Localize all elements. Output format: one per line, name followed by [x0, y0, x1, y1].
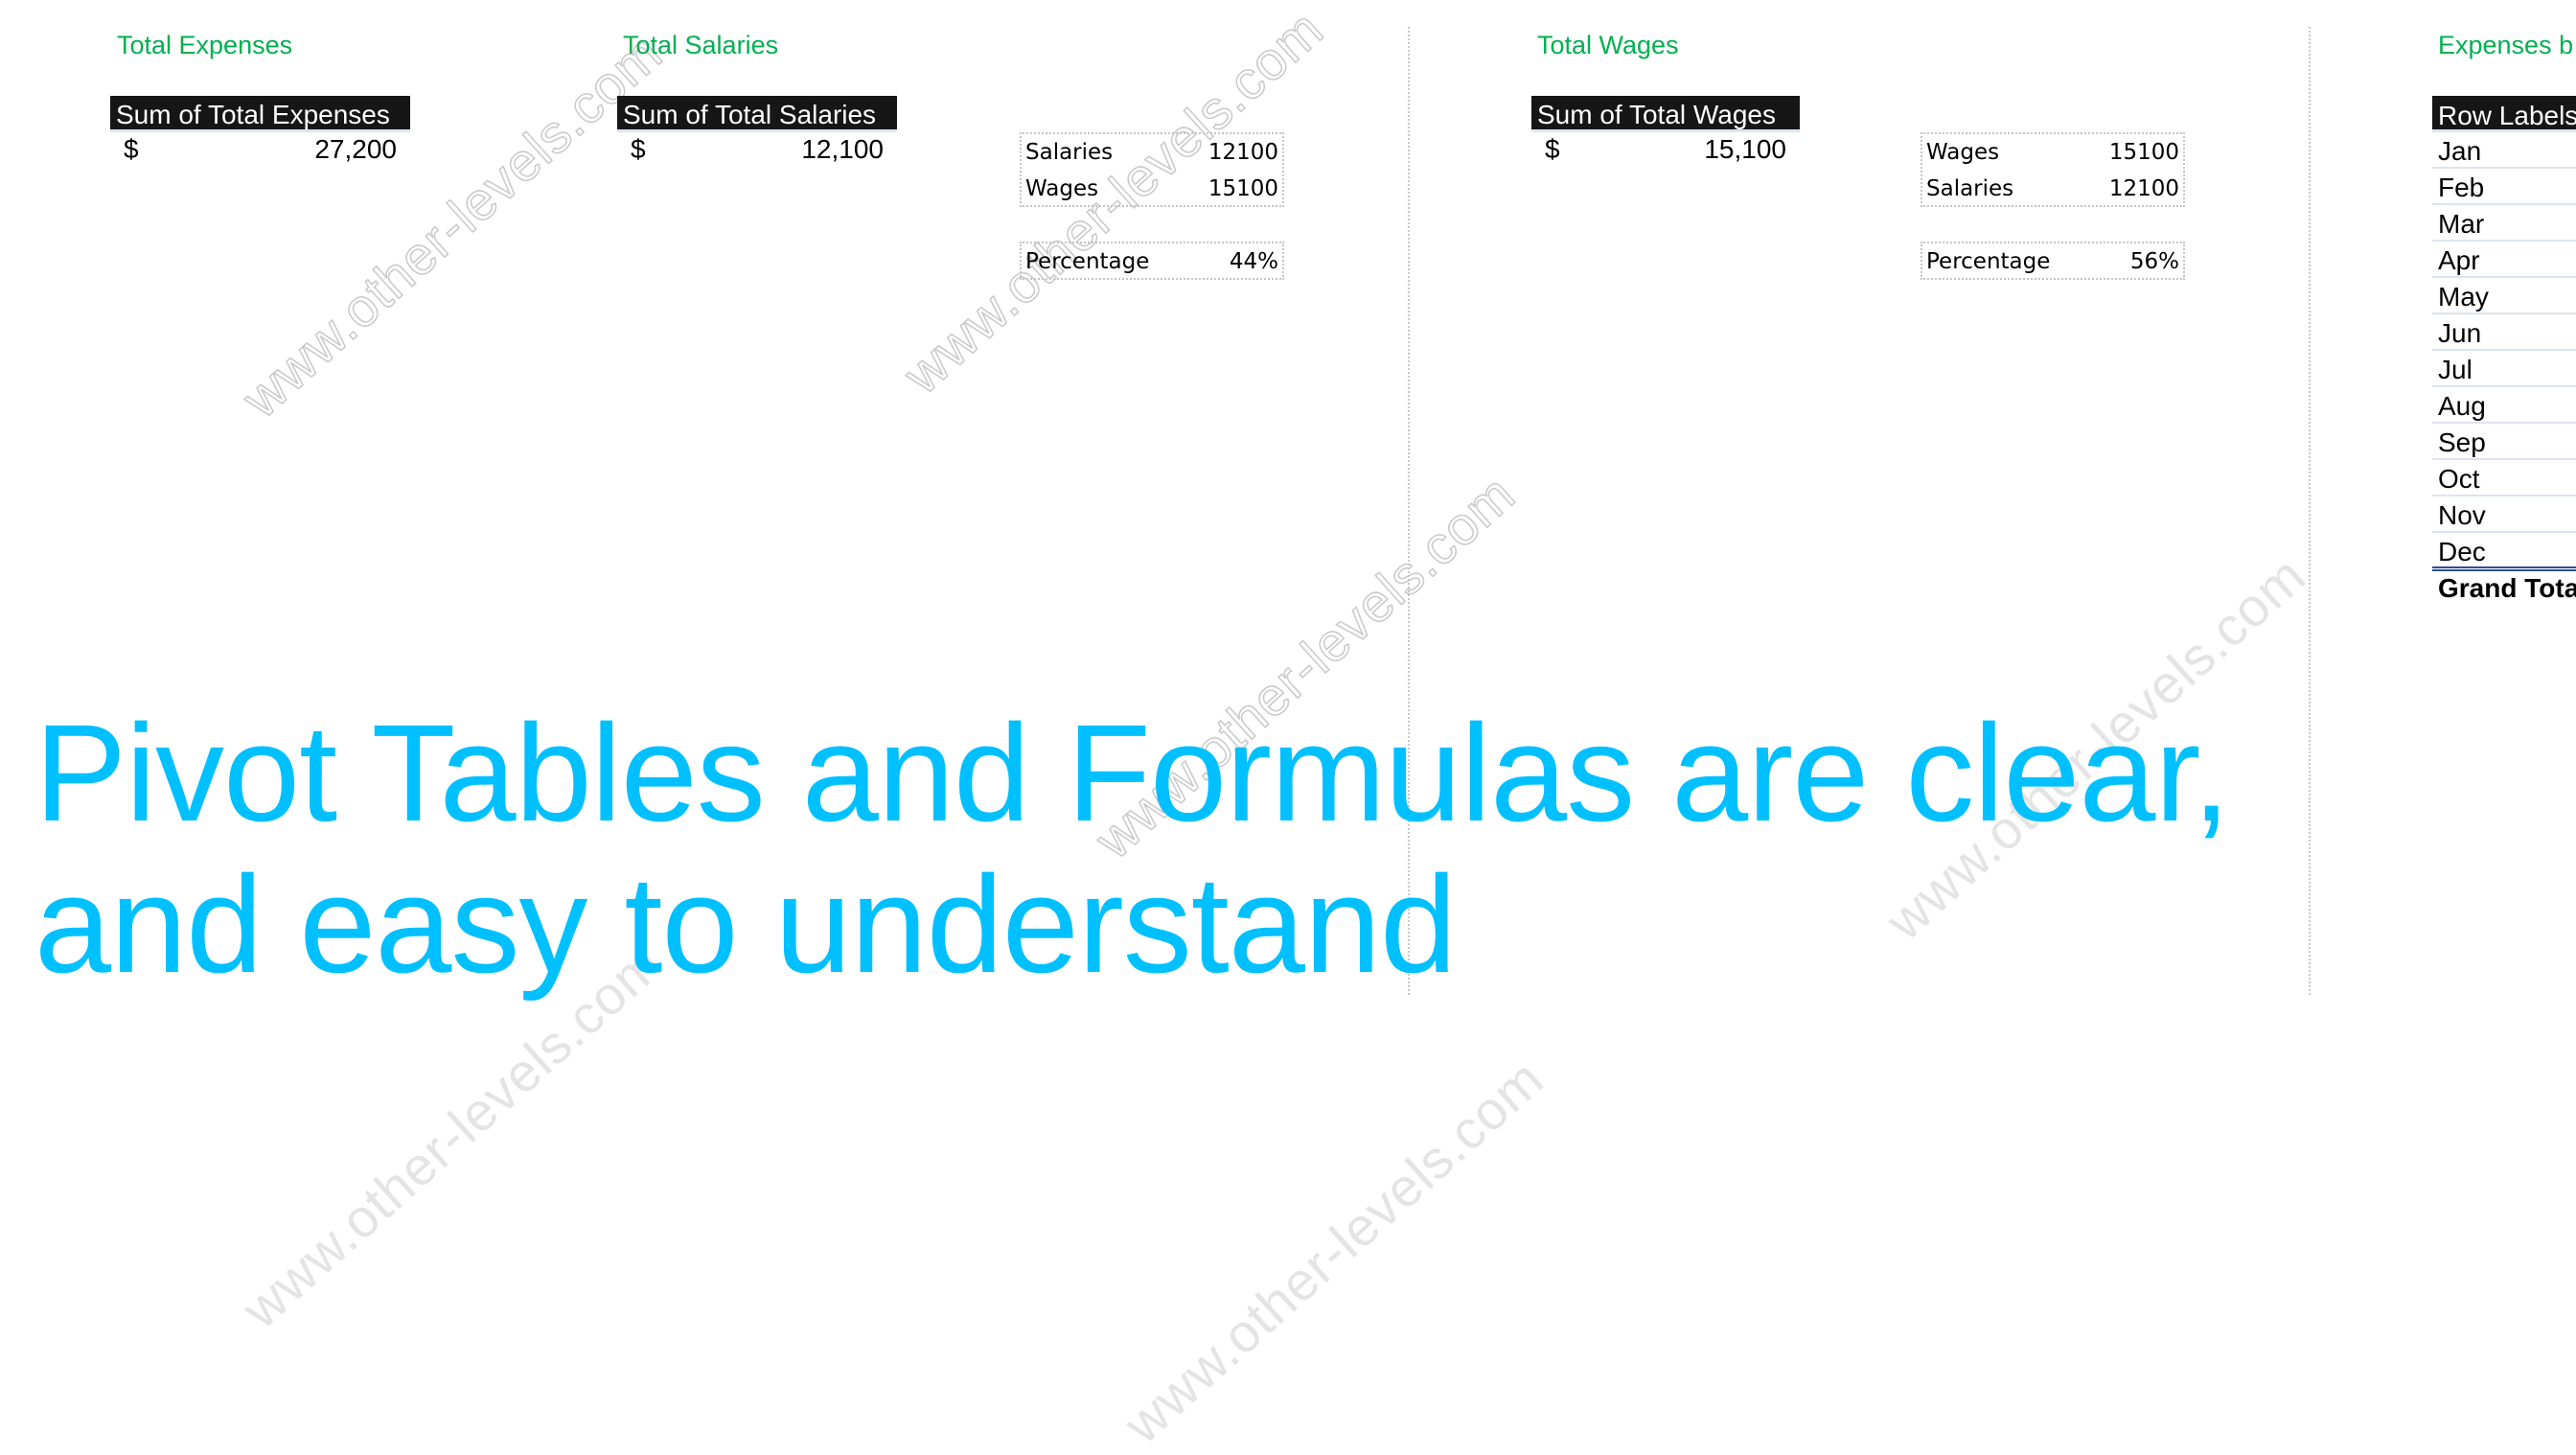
formula-row[interactable]: Wages 15100	[1922, 134, 2183, 171]
formula-label: Salaries	[1025, 140, 1114, 165]
pivot-table-total-salaries[interactable]: Sum of Total Salaries $ 12,100	[617, 96, 897, 167]
pivot-table-total-expenses[interactable]: Sum of Total Expenses $ 27,200	[110, 96, 410, 167]
section-title-total-wages: Total Wages	[1537, 31, 1679, 59]
section-title-total-expenses: Total Expenses	[117, 31, 293, 59]
currency-symbol: $	[1545, 134, 1560, 164]
percentage-value: 56%	[2129, 249, 2179, 274]
formula-row[interactable]: Percentage 44%	[1022, 243, 1282, 280]
currency-symbol: $	[631, 134, 646, 164]
percentage-label: Percentage	[1025, 249, 1150, 274]
month-row[interactable]: Nov	[2432, 497, 2576, 533]
pivot-header[interactable]: Sum of Total Salaries	[617, 96, 897, 132]
month-row[interactable]: Jan	[2432, 132, 2576, 169]
month-row[interactable]: Sep	[2432, 424, 2576, 460]
formula-box-salaries-values[interactable]: Salaries 12100 Wages 15100	[1020, 132, 1284, 207]
formula-value: 15100	[2108, 140, 2179, 165]
headline: Pivot Tables and Formulas are clear, and…	[34, 698, 2230, 1001]
row-labels-header[interactable]: Row Labels	[2432, 96, 2576, 132]
pivot-table-expenses-by-month[interactable]: Row Labels Jan Feb Mar Apr May Jun Jul A…	[2432, 96, 2576, 608]
watermark-text: www.other-levels.com	[1112, 1047, 1555, 1455]
pivot-header[interactable]: Sum of Total Expenses	[110, 96, 410, 132]
headline-line-2: and easy to understand	[34, 847, 1457, 1002]
month-row[interactable]: Jun	[2432, 314, 2576, 351]
section-title-expenses-by-month: Expenses b	[2438, 31, 2574, 59]
formula-row[interactable]: Percentage 56%	[1922, 243, 2183, 280]
month-row[interactable]: Dec	[2432, 533, 2576, 571]
pivot-header[interactable]: Sum of Total Wages	[1531, 96, 1800, 132]
pivot-value-row[interactable]: $ 12,100	[617, 132, 897, 167]
month-row[interactable]: Aug	[2432, 387, 2576, 424]
percentage-value: 44%	[1229, 249, 1278, 274]
headline-line-1: Pivot Tables and Formulas are clear,	[34, 696, 2230, 850]
pivot-table-total-wages[interactable]: Sum of Total Wages $ 15,100	[1531, 96, 1800, 167]
formula-label: Wages	[1926, 140, 2000, 165]
formula-value: 15100	[1208, 176, 1278, 201]
currency-symbol: $	[124, 134, 139, 164]
formula-box-salaries-percentage[interactable]: Percentage 44%	[1020, 242, 1284, 280]
pivot-value: 12,100	[801, 134, 884, 164]
grand-total-row[interactable]: Grand Tota	[2432, 571, 2576, 608]
month-row[interactable]: May	[2432, 278, 2576, 314]
pivot-value-row[interactable]: $ 27,200	[110, 132, 410, 167]
percentage-label: Percentage	[1926, 249, 2051, 274]
formula-label: Salaries	[1926, 176, 2014, 201]
pivot-value-row[interactable]: $ 15,100	[1531, 132, 1800, 167]
formula-row[interactable]: Wages 15100	[1022, 171, 1282, 207]
pivot-value: 27,200	[314, 134, 397, 164]
formula-value: 12100	[2108, 176, 2179, 201]
month-row[interactable]: Mar	[2432, 205, 2576, 242]
month-row[interactable]: Feb	[2432, 169, 2576, 205]
formula-box-wages-values[interactable]: Wages 15100 Salaries 12100	[1920, 132, 2185, 207]
month-row[interactable]: Oct	[2432, 460, 2576, 497]
pivot-value: 15,100	[1704, 134, 1786, 164]
formula-row[interactable]: Salaries 12100	[1922, 171, 2183, 207]
month-row[interactable]: Apr	[2432, 242, 2576, 278]
month-row[interactable]: Jul	[2432, 351, 2576, 387]
watermark-text: www.other-levels.com	[230, 21, 674, 429]
section-divider	[2309, 27, 2311, 995]
formula-box-wages-percentage[interactable]: Percentage 56%	[1920, 242, 2185, 280]
section-title-total-salaries: Total Salaries	[623, 31, 779, 59]
formula-label: Wages	[1025, 176, 1099, 201]
formula-row[interactable]: Salaries 12100	[1022, 134, 1282, 171]
formula-value: 12100	[1208, 140, 1278, 165]
